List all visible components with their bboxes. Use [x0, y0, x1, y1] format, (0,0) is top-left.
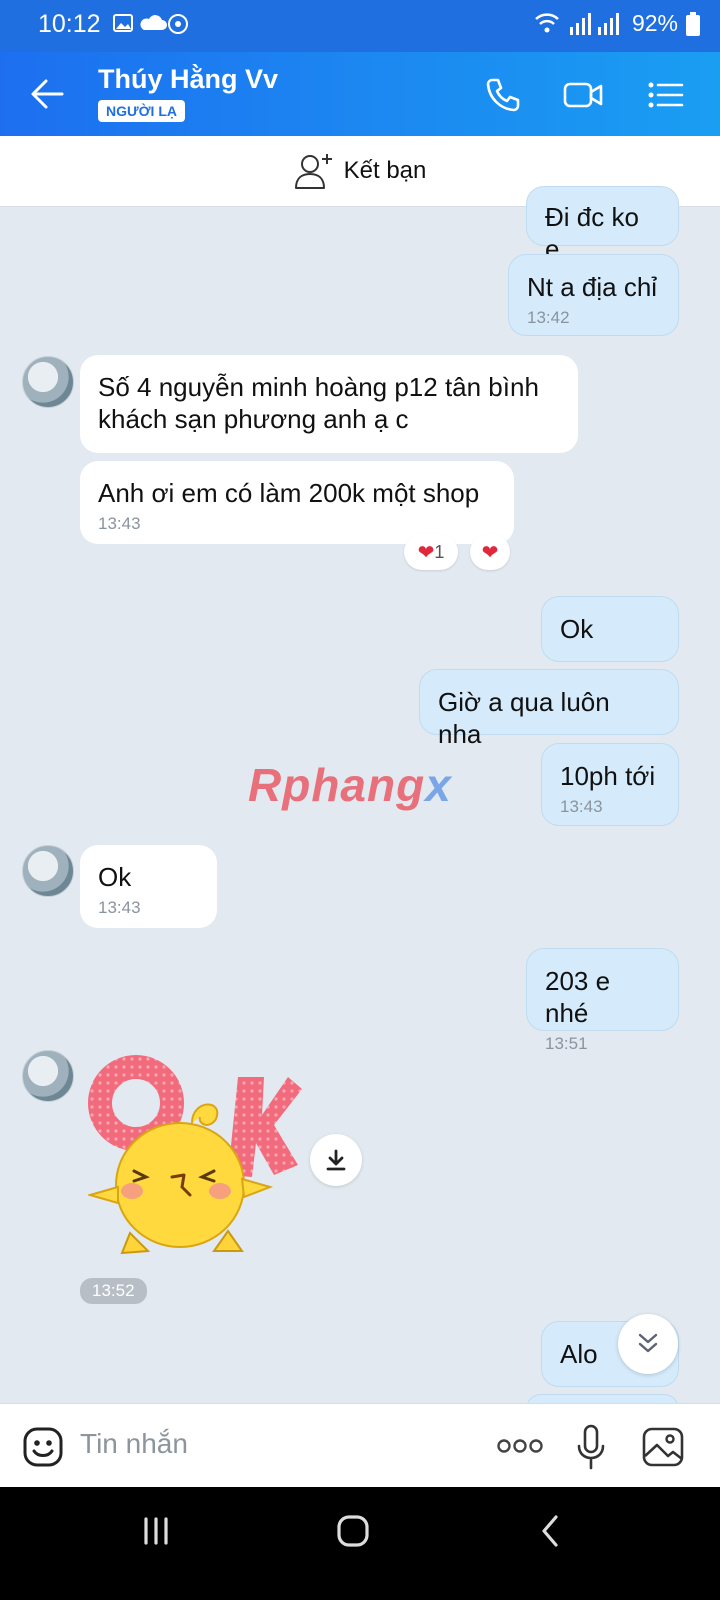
nav-home-icon[interactable] — [335, 1513, 371, 1549]
battery-percent: 92% — [631, 10, 678, 36]
nav-back-icon[interactable] — [538, 1513, 562, 1549]
message-sent[interactable]: 10ph tới 13:43 — [541, 743, 679, 826]
message-text: Alo — [560, 1339, 598, 1369]
nav-recents-icon[interactable] — [140, 1515, 172, 1547]
message-time: 13:52 — [80, 1278, 147, 1304]
reaction-summary[interactable]: ❤ 1 — [404, 534, 458, 570]
message-received[interactable]: Số 4 nguyễn minh hoàng p12 tân bình khác… — [80, 355, 578, 453]
download-button[interactable] — [310, 1134, 362, 1186]
microphone-icon[interactable] — [576, 1424, 606, 1470]
stranger-badge: NGƯỜI LẠ — [98, 100, 185, 122]
message-text: Nt a địa chỉ — [527, 272, 658, 302]
download-icon — [326, 1149, 346, 1171]
battery-icon — [686, 11, 700, 36]
contact-avatar[interactable] — [22, 845, 74, 897]
heart-icon: ❤ — [417, 541, 435, 564]
system-nav-bar — [0, 1487, 720, 1600]
status-notification-icons — [112, 12, 192, 42]
message-time: 13:51 — [545, 1034, 588, 1053]
video-call-icon[interactable] — [562, 74, 604, 116]
reaction-count: 1 — [434, 541, 445, 562]
add-friend-icon — [294, 154, 332, 189]
message-sent[interactable]: Nt a địa chỉ 13:42 — [508, 254, 679, 336]
message-text: 203 e nhé — [545, 966, 611, 1028]
contact-avatar[interactable] — [22, 356, 74, 408]
phone-icon[interactable] — [482, 74, 524, 116]
signal-icons — [535, 12, 619, 35]
message-time: 13:42 — [527, 308, 570, 327]
heart-icon: ❤ — [481, 541, 499, 564]
message-text: Anh ơi em có làm 200k một shop — [98, 478, 480, 508]
message-time: 13:43 — [98, 514, 141, 533]
message-text: Giờ a qua luôn nha — [438, 687, 610, 749]
message-text: Ok — [560, 614, 594, 644]
status-bar: 10:12 92% — [0, 0, 720, 52]
message-time: 13:43 — [98, 898, 141, 917]
message-sent[interactable]: Giờ a qua luôn nha — [419, 669, 679, 749]
message-received[interactable]: Ok 13:43 — [80, 845, 217, 928]
message-sent[interactable]: Ok — [541, 596, 679, 662]
message-received[interactable]: Anh ơi em có làm 200k một shop 13:43 — [80, 461, 514, 544]
emoji-icon[interactable] — [22, 1426, 64, 1468]
contact-name[interactable]: Thúy Hằng Vv — [98, 64, 278, 95]
react-button[interactable]: ❤ — [470, 534, 510, 570]
back-arrow-icon[interactable] — [26, 72, 70, 116]
message-time: 13:43 — [560, 797, 603, 816]
message-text: 10ph tới — [560, 761, 656, 791]
chevron-down-icon — [638, 1333, 658, 1353]
watermark: Rphangx — [248, 759, 452, 811]
more-dots-icon[interactable] — [496, 1434, 544, 1458]
message-sent[interactable]: 203 e nhé 13:51 — [526, 948, 679, 1053]
menu-list-icon[interactable] — [644, 74, 686, 116]
contact-avatar[interactable] — [22, 1050, 74, 1102]
message-sent[interactable]: Đi đc ko e — [526, 186, 679, 264]
message-text: Ok — [98, 862, 132, 892]
status-time: 10:12 — [38, 10, 101, 38]
ok-sticker[interactable] — [88, 1055, 308, 1265]
message-text-line: khách sạn phương anh ạ c — [98, 404, 409, 434]
status-right: 92% — [534, 10, 700, 37]
scroll-to-bottom-button[interactable] — [618, 1314, 678, 1374]
message-text-line: Số 4 nguyễn minh hoàng p12 tân bình — [98, 372, 539, 402]
add-friend-label: Kết bạn — [343, 157, 427, 184]
message-input-bar: Tin nhắn — [0, 1403, 720, 1488]
message-input[interactable]: Tin nhắn — [80, 1428, 188, 1460]
notification-icons — [113, 14, 188, 34]
image-icon[interactable] — [642, 1426, 684, 1468]
chat-header: Thúy Hằng Vv NGƯỜI LẠ — [0, 52, 720, 136]
